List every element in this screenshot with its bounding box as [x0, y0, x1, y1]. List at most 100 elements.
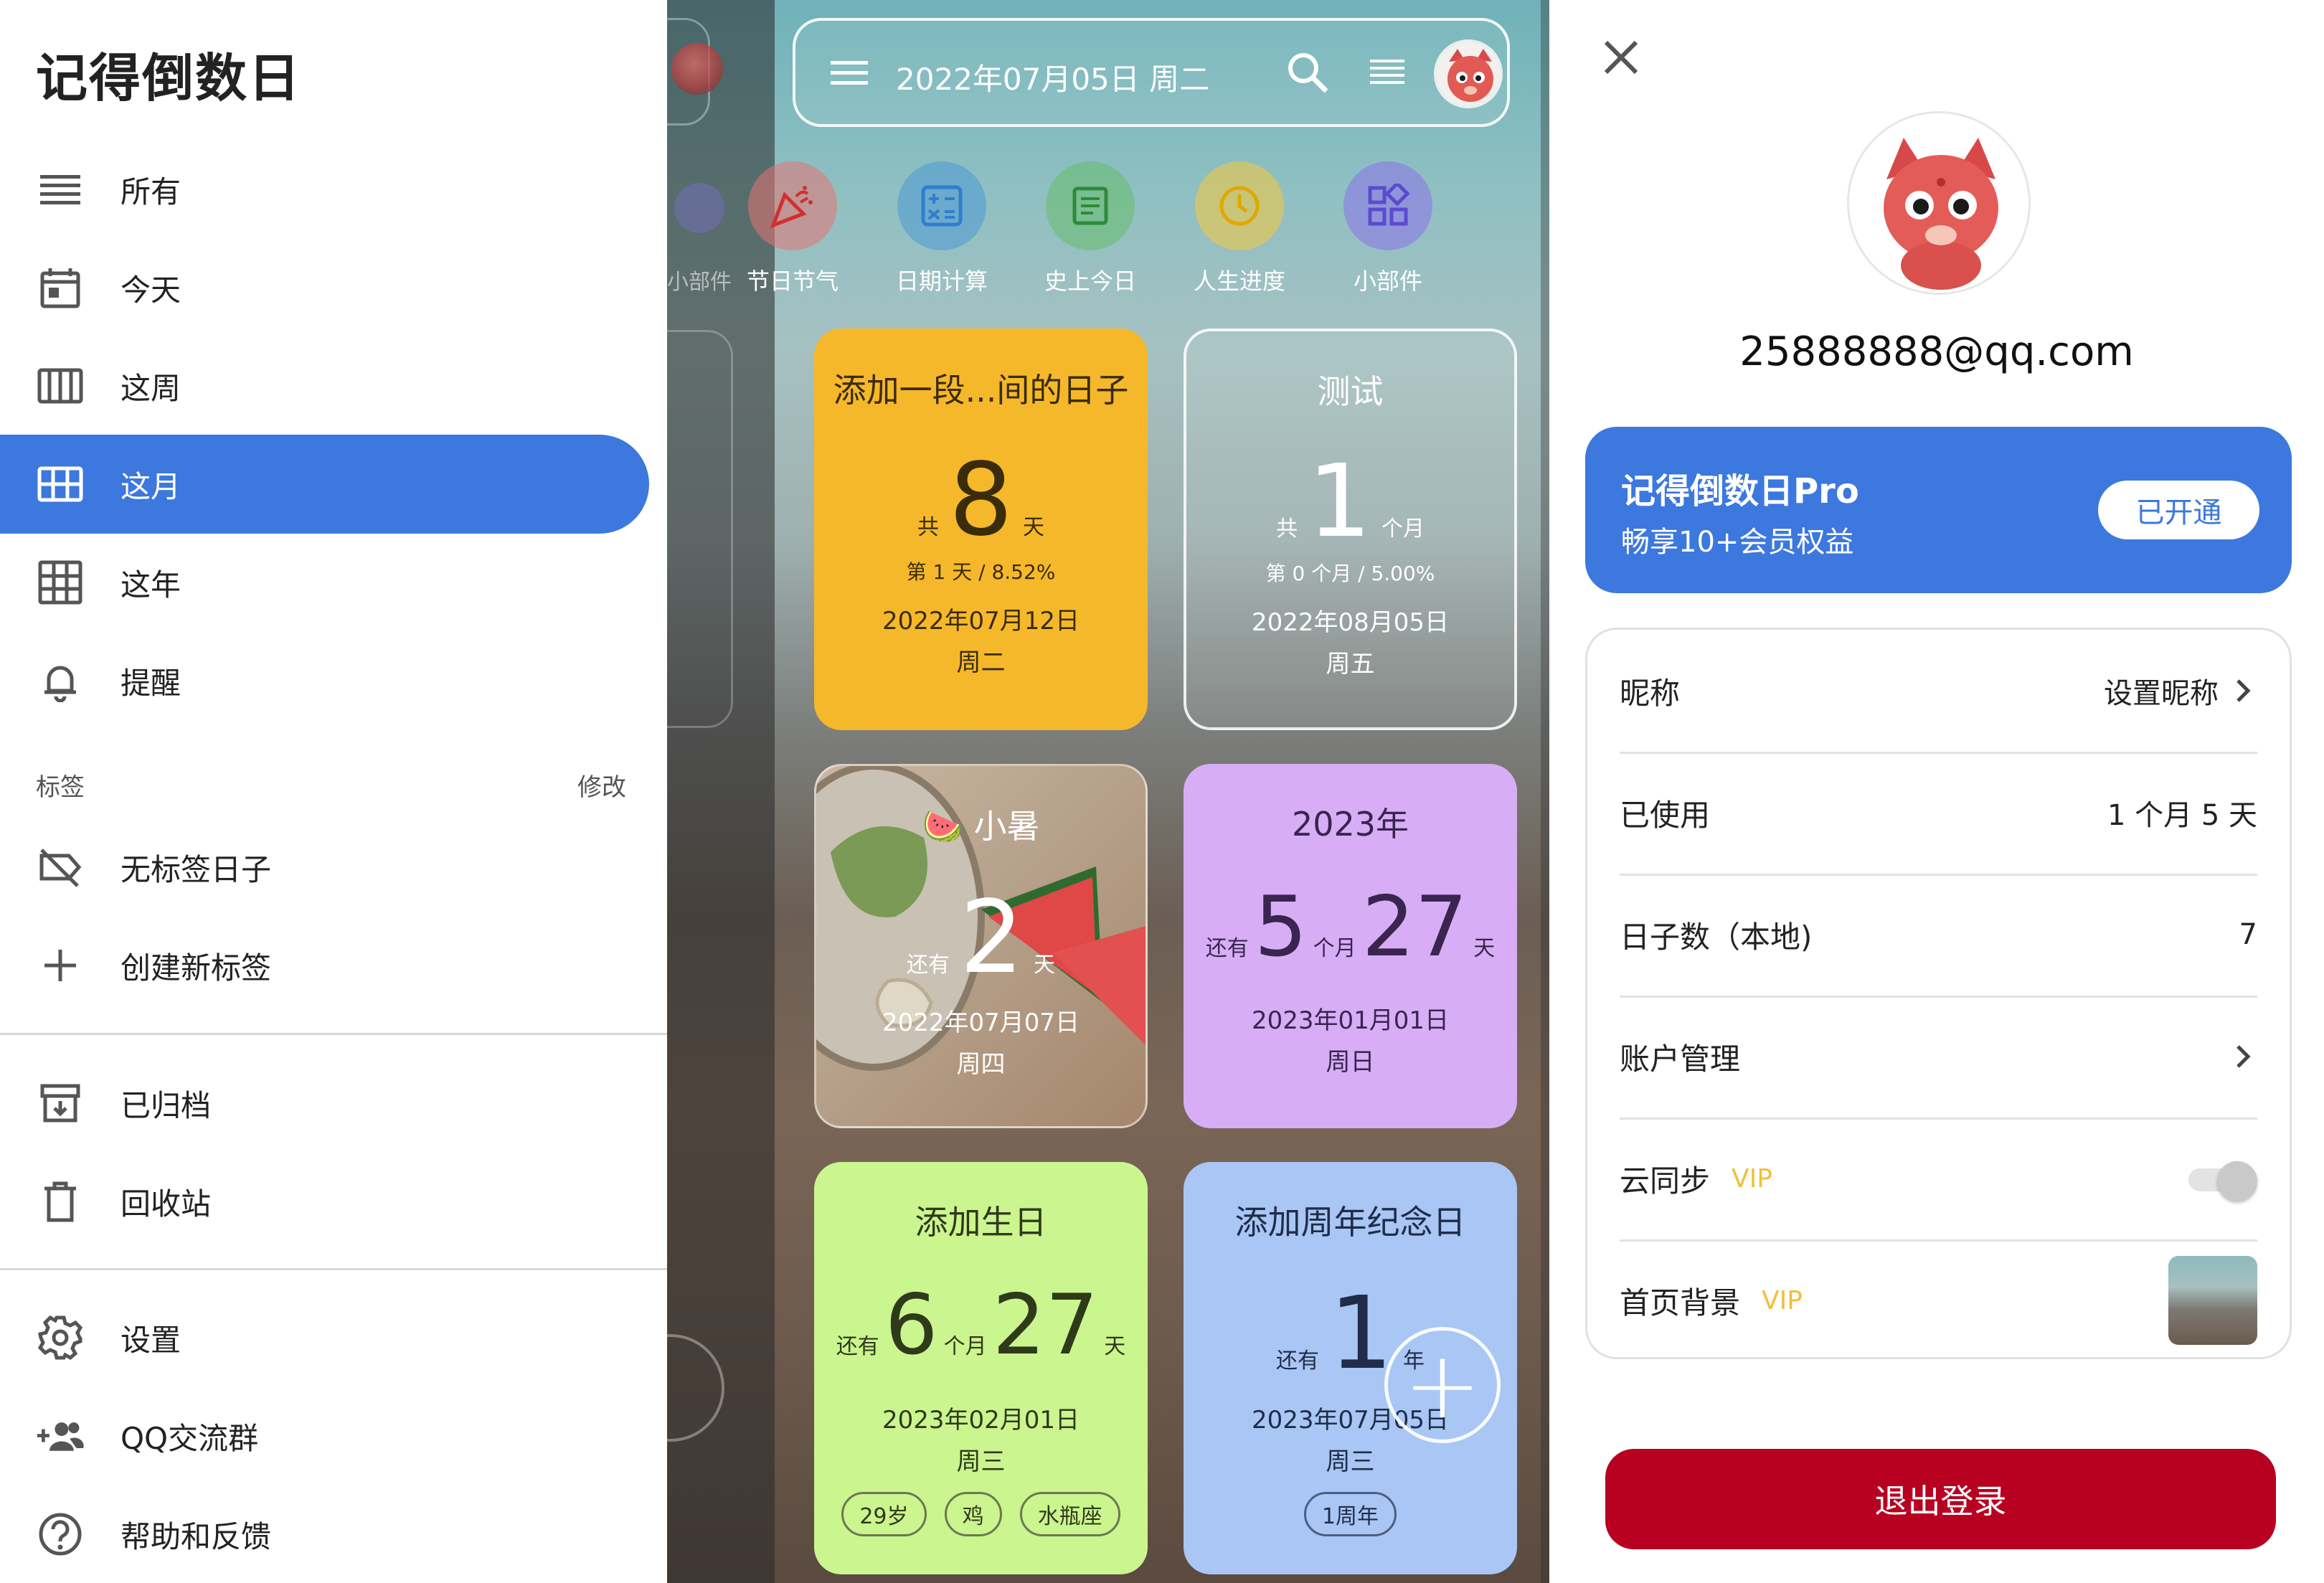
nav-item-untagged[interactable]: 无标签日子 [0, 818, 649, 917]
nav-item-reminder[interactable]: 提醒 [0, 631, 649, 730]
card-prefix: 还有 [1275, 1348, 1319, 1374]
day-card[interactable]: 🍉 小暑 还有 2 天 2022年07月07日 周四 [814, 764, 1148, 1128]
nav-item-all[interactable]: 所有 [0, 140, 649, 239]
tags-section-header: 标签 [36, 773, 85, 802]
card-number: 6 [884, 1277, 938, 1374]
close-icon[interactable] [1596, 32, 1646, 82]
card-date: 2022年07月07日 [882, 1008, 1080, 1037]
card-unit: 天 [1473, 936, 1496, 961]
card-progress: 第 1 天 / 8.52% [906, 560, 1056, 584]
vip-badge: VIP [1732, 1163, 1772, 1194]
card-date: 2022年08月05日 [1251, 608, 1450, 637]
day-card[interactable]: 添加一段...间的日子 共 8 天 第 1 天 / 8.52% 2022年07月… [814, 329, 1148, 730]
nav-item-label: QQ交流群 [121, 1420, 259, 1456]
nav-item-today[interactable]: 今天 [0, 238, 649, 337]
card-prefix: 共 [917, 515, 939, 540]
home-background-row[interactable]: 首页背景 VIP [1620, 1239, 2257, 1361]
nav-item-month[interactable]: 这月 [0, 435, 649, 534]
row-label: 账户管理 [1620, 1041, 1741, 1077]
nav-item-week[interactable]: 这周 [0, 336, 649, 435]
usage-duration-row: 已使用 1 个月 5 天 [1620, 752, 2257, 874]
card-weekday: 周五 [1326, 650, 1375, 679]
card-title: 2023年 [1291, 805, 1409, 844]
background-thumbnail[interactable] [2168, 1256, 2257, 1345]
nav-item-qq-group[interactable]: QQ交流群 [0, 1386, 649, 1485]
archive-icon [36, 1079, 85, 1128]
tags-edit-button[interactable]: 修改 [577, 767, 626, 803]
divider [0, 1268, 667, 1270]
card-title: 测试 [1317, 372, 1384, 411]
zodiac-chip: 鸡 [944, 1492, 1002, 1536]
day-card[interactable]: 测试 共 1 个月 第 0 个月 / 5.00% 2022年08月05日 周五 [1184, 329, 1517, 730]
label-off-icon [36, 843, 85, 892]
nav-item-label: 回收站 [121, 1186, 212, 1221]
card-title-row: 🍉 小暑 [816, 800, 1146, 848]
account-management-row[interactable]: 账户管理 [1620, 996, 2257, 1117]
add-day-button[interactable]: + [1384, 1327, 1501, 1443]
card-number: 5 [1254, 879, 1308, 975]
nav-item-label: 这月 [121, 468, 181, 504]
card-title: 添加生日 [915, 1203, 1047, 1242]
nav-item-year[interactable]: 这年 [0, 533, 649, 632]
current-date[interactable]: 2022年07月05日 周二 [896, 55, 1209, 99]
avatar[interactable] [1434, 39, 1503, 108]
row-label: 云同步 [1620, 1163, 1711, 1199]
card-count: 还有 5 个月 27 天 [1184, 886, 1517, 969]
usage-duration-value: 1 个月 5 天 [2107, 799, 2257, 832]
nav-item-label: 帮助和反馈 [121, 1518, 272, 1554]
widgets-icon [1343, 161, 1432, 250]
divider [0, 1033, 667, 1035]
search-icon[interactable] [1283, 48, 1333, 98]
pro-activated-button[interactable]: 已开通 [2098, 481, 2259, 539]
nav-item-archived[interactable]: 已归档 [0, 1054, 649, 1153]
pro-membership-card[interactable]: 记得倒数日Pro 畅享10+会员权益 已开通 [1585, 427, 2292, 593]
card-number-secondary: 27 [992, 1277, 1099, 1374]
card-unit: 天 [1034, 953, 1056, 978]
chevron-right-icon [2236, 679, 2251, 702]
anniversary-chip: 1周年 [1303, 1492, 1397, 1536]
app-title: 记得倒数日 [36, 48, 302, 108]
day-count-row: 日子数（本地) 7 [1620, 874, 2257, 996]
card-date: 2023年02月01日 [882, 1406, 1080, 1435]
help-circle-icon [36, 1510, 85, 1559]
nav-item-label: 设置 [121, 1322, 181, 1358]
cloud-sync-toggle[interactable] [2188, 1161, 2257, 1201]
pro-subtitle: 畅享10+会员权益 [1621, 526, 1854, 559]
account-info-card: 昵称 设置昵称 已使用 1 个月 5 天 日子数（本地) 7 账户管理 云同步 … [1585, 628, 2292, 1359]
view-module-icon [36, 460, 85, 509]
quick-action-festivals[interactable]: 节日节气 [721, 161, 864, 296]
card-count: 共 1 个月 [1186, 452, 1514, 552]
row-label: 日子数（本地) [1620, 919, 1813, 955]
card-weekday: 周三 [956, 1447, 1006, 1476]
list-view-icon[interactable] [1366, 51, 1409, 94]
navigation-drawer: 记得倒数日 所有 今天 这周 这月 这年 提醒 标签 修改 无标签日子 创建新标… [0, 0, 667, 1583]
nickname-row[interactable]: 昵称 设置昵称 [1620, 630, 2257, 752]
nickname-value: 设置昵称 [2104, 677, 2219, 710]
nav-item-label: 这周 [121, 370, 181, 406]
quick-action-history-today[interactable]: 史上今日 [1019, 161, 1162, 296]
card-prefix: 还有 [906, 953, 950, 978]
day-card[interactable]: 添加生日 还有 6 个月 27 天 2023年02月01日 周三 29岁 鸡 水… [814, 1162, 1148, 1574]
nav-item-settings[interactable]: 设置 [0, 1288, 649, 1387]
quick-action-widgets[interactable]: 小部件 [1316, 161, 1460, 296]
clock-icon [1195, 161, 1284, 250]
nav-item-trash[interactable]: 回收站 [0, 1152, 649, 1251]
nav-item-help[interactable]: 帮助和反馈 [0, 1485, 649, 1583]
profile-screen: 25888888@qq.com 记得倒数日Pro 畅享10+会员权益 已开通 昵… [1549, 0, 2324, 1583]
background-fab [667, 1334, 724, 1442]
card-weekday: 周二 [956, 648, 1006, 677]
quick-action-life-progress[interactable]: 人生进度 [1168, 161, 1311, 296]
logout-button[interactable]: 退出登录 [1605, 1449, 2276, 1549]
profile-avatar[interactable] [1847, 111, 2031, 295]
constellation-chip: 水瓶座 [1019, 1492, 1120, 1536]
screen-edge [1541, 0, 1549, 1583]
card-weekday: 周四 [956, 1050, 1006, 1079]
nav-item-create-tag[interactable]: 创建新标签 [0, 916, 649, 1015]
nav-item-label: 这年 [121, 567, 181, 603]
menu-icon[interactable] [828, 51, 871, 94]
card-chips: 1周年 [1184, 1492, 1517, 1536]
card-progress: 第 0 个月 / 5.00% [1265, 562, 1435, 585]
quick-action-date-calc[interactable]: 日期计算 [870, 161, 1014, 296]
document-icon [1046, 161, 1135, 250]
day-card[interactable]: 2023年 还有 5 个月 27 天 2023年01月01日 周日 [1184, 764, 1517, 1128]
